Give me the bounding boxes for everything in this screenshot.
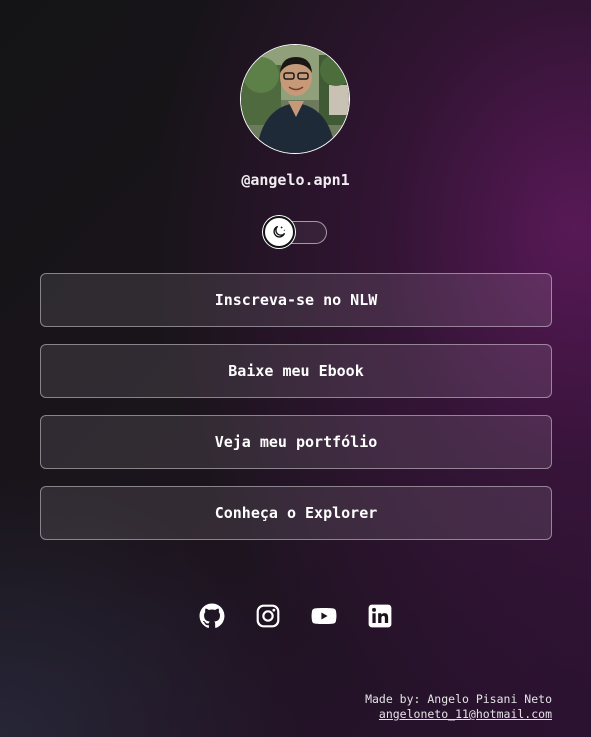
youtube-link[interactable] — [311, 603, 337, 629]
youtube-icon — [311, 607, 337, 625]
profile-avatar — [240, 44, 350, 154]
instagram-link[interactable] — [255, 603, 281, 629]
list-item: Inscreva-se no NLW — [40, 273, 552, 327]
page-container: @angelo.apn1 Inscreva-se no NLW Baixe me… — [0, 0, 591, 737]
github-link[interactable] — [199, 603, 225, 629]
switch-knob[interactable] — [263, 216, 295, 248]
github-icon — [199, 603, 225, 628]
username-label: @angelo.apn1 — [241, 171, 350, 189]
link-nlw-button[interactable]: Inscreva-se no NLW — [40, 273, 552, 327]
linkedin-icon — [368, 604, 392, 628]
linkedin-link[interactable] — [367, 603, 393, 629]
footer: Made by: Angelo Pisani Neto angeloneto_1… — [365, 692, 552, 722]
link-explorer-button[interactable]: Conheça o Explorer — [40, 486, 552, 540]
avatar-photo — [241, 45, 349, 153]
footer-email-link[interactable]: angeloneto_11@hotmail.com — [379, 707, 552, 721]
social-links — [199, 603, 395, 631]
list-item: Conheça o Explorer — [40, 486, 552, 540]
link-portfolio-button[interactable]: Veja meu portfólio — [40, 415, 552, 469]
link-ebook-button[interactable]: Baixe meu Ebook — [40, 344, 552, 398]
theme-switch[interactable] — [263, 216, 328, 250]
list-item: Baixe meu Ebook — [40, 344, 552, 398]
instagram-icon — [256, 604, 280, 628]
moon-icon — [273, 226, 286, 238]
footer-credit: Made by: Angelo Pisani Neto — [365, 692, 552, 706]
links-list: Inscreva-se no NLW Baixe meu Ebook Veja … — [40, 273, 552, 557]
list-item: Veja meu portfólio — [40, 415, 552, 469]
